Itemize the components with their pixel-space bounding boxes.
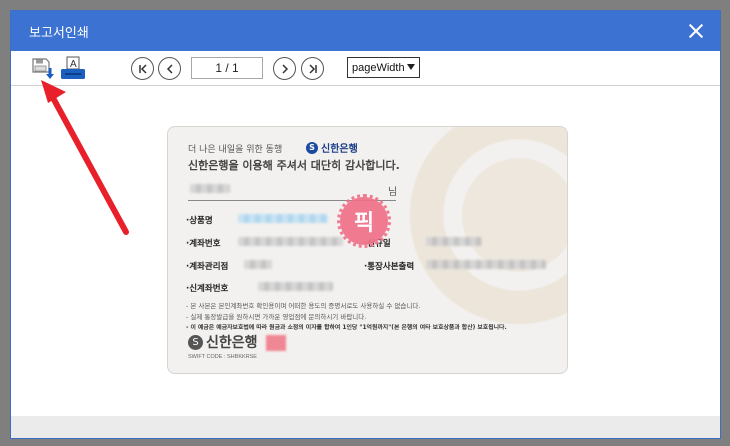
footer-bank-logo: S 신한은행 [188, 332, 258, 352]
last-page-icon [308, 63, 317, 74]
new-account-no-redacted [258, 282, 333, 291]
close-icon[interactable] [688, 23, 704, 39]
report-viewport[interactable]: 더 나은 내일을 위한 동행 S 신한은행 신한은행을 이용해 주셔서 대단히 … [11, 86, 720, 416]
swift-code: SWIFT CODE : SHBKKRSE [188, 354, 257, 360]
honorific: 님 [388, 187, 398, 198]
note-2: - 실제 통장발급을 원하시면 가까운 영업점에 문의하시기 바랍니다. [186, 313, 367, 321]
next-page-icon [281, 63, 288, 74]
thanks-message: 신한은행을 이용해 주셔서 대단히 감사합니다. [188, 159, 400, 172]
label-product: ·상품명 [186, 216, 213, 226]
footer-bank-name: 신한은행 [206, 335, 258, 351]
first-page-icon [138, 63, 147, 74]
stamp-text: 픽 [353, 211, 375, 236]
zoom-select[interactable]: pageWidth [347, 57, 420, 78]
page-indicator-input[interactable]: 1 / 1 [191, 57, 263, 79]
customer-name-redacted [190, 184, 230, 193]
zoom-selected-value: pageWidth [352, 61, 405, 74]
product-redacted [238, 214, 328, 223]
bank-name: 신한은행 [321, 144, 358, 155]
prev-page-button[interactable] [158, 57, 181, 80]
pick-stamp-icon: 픽 [337, 194, 391, 248]
note-3: - 이 예금은 예금자보호법에 따라 원금과 소정의 이자를 합하여 1인당 "… [186, 325, 507, 331]
redacted-pink-block [266, 335, 286, 351]
tagline: 더 나은 내일을 위한 동행 [188, 145, 283, 155]
bank-logo-icon: S [306, 141, 318, 154]
label-passbook-print: ·통장사본출력 [364, 262, 415, 272]
branch-redacted [244, 260, 272, 269]
chevron-down-icon [407, 64, 415, 70]
label-account-no: ·계좌번호 [186, 239, 221, 249]
prev-page-icon [166, 63, 173, 74]
last-page-button[interactable] [301, 57, 324, 80]
save-download-icon[interactable] [31, 56, 57, 82]
report-print-dialog: 보고서인쇄 A 1 / 1 pageWidth 더 나은 내일을 위한 동행 S… [10, 10, 721, 439]
bank-logo-icon: S [188, 334, 203, 350]
bank-brand: S 신한은행 [306, 140, 358, 155]
passbook-print-redacted [426, 260, 546, 269]
passbook-copy-card: 더 나은 내일을 위한 동행 S 신한은행 신한은행을 이용해 주셔서 대단히 … [167, 126, 568, 374]
note-1: - 본 사본은 본인계좌번호 확인용이며 어떠한 용도의 증명서로도 사용하실 … [186, 302, 421, 310]
svg-text:A: A [70, 59, 77, 70]
new-date-redacted [426, 237, 482, 246]
dialog-title: 보고서인쇄 [29, 25, 89, 41]
next-page-button[interactable] [273, 57, 296, 80]
viewer-toolbar: A 1 / 1 pageWidth [11, 51, 720, 86]
first-page-button[interactable] [131, 57, 154, 80]
account-no-redacted [238, 237, 343, 246]
dialog-titlebar: 보고서인쇄 [11, 11, 720, 51]
label-new-account-no: ·신계좌번호 [186, 284, 229, 294]
label-branch: ·계좌관리점 [186, 262, 229, 272]
print-icon[interactable]: A [60, 56, 86, 82]
